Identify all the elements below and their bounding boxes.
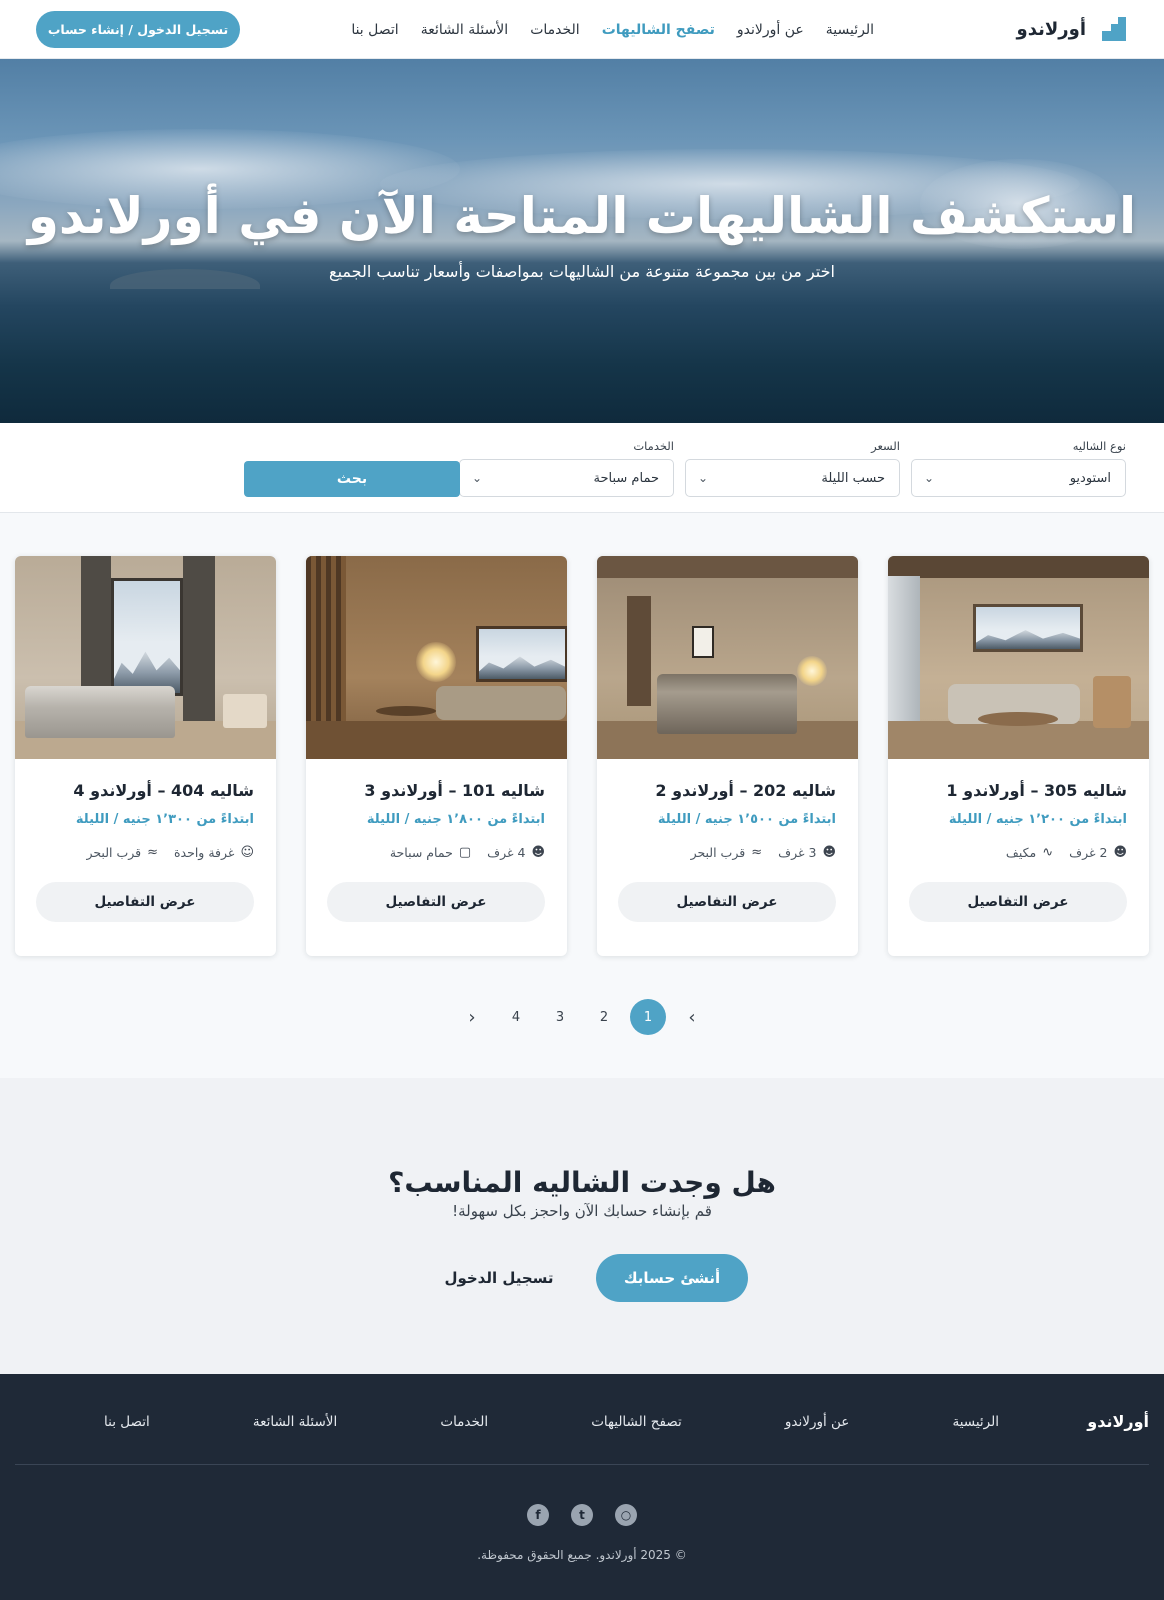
chalet-card: شاليه 404 – أورلاندو 4 ابتداءً من ١٬٣٠٠ … xyxy=(15,556,276,956)
pagination: › 1 2 3 4 ‹ xyxy=(0,998,1164,1036)
activity-icon: ∿ xyxy=(1042,845,1054,860)
create-account-button[interactable]: أنشئ حسابك xyxy=(596,1254,748,1302)
chevron-left-icon[interactable]: ‹ xyxy=(454,999,490,1035)
view-details-button[interactable]: عرض التفاصيل xyxy=(327,882,545,922)
users-icon: ☻ xyxy=(1113,845,1127,860)
feature-sea: ≈ قرب البحر xyxy=(86,845,158,860)
chalet-price: ابتداءً من ١٬٥٠٠ جنيه / الليلة xyxy=(657,812,836,827)
login-button[interactable]: تسجيل الدخول xyxy=(418,1254,580,1302)
footer-links: الرئيسية عن أورلاندو تصفح الشاليهات الخد… xyxy=(104,1414,999,1430)
chalet-image xyxy=(15,556,276,759)
footer-link-contact[interactable]: اتصل بنا xyxy=(104,1414,150,1430)
chalet-type-value: استوديو xyxy=(1069,470,1111,486)
footer-divider xyxy=(15,1464,1149,1465)
services-label: الخدمات xyxy=(633,439,674,453)
hero-title: استكشف الشاليهات المتاحة الآن في أورلاند… xyxy=(27,187,1137,245)
footer-link-faq[interactable]: الأسئلة الشائعة xyxy=(253,1414,337,1430)
chalet-price: ابتداءً من ١٬٣٠٠ جنيه / الليلة xyxy=(75,812,254,827)
users-icon: ☻ xyxy=(531,845,545,860)
chalet-title: شاليه 101 – أورلاندو 3 xyxy=(364,781,545,800)
chalet-price: ابتداءً من ١٬٨٠٠ جنيه / الليلة xyxy=(366,812,545,827)
page-3[interactable]: 3 xyxy=(542,999,578,1035)
chevron-down-icon: ⌄ xyxy=(472,471,483,485)
feature-rooms: ☻ 4 غرف xyxy=(487,845,545,860)
price-label: السعر xyxy=(871,439,900,453)
footer-brand[interactable]: أورلاندو xyxy=(1087,1412,1149,1431)
chalet-card: شاليه 305 – أورلاندو 1 ابتداءً من ١٬٢٠٠ … xyxy=(888,556,1149,956)
lock-icon: ▢ xyxy=(458,845,472,860)
footer-link-about[interactable]: عن أورلاندو xyxy=(785,1414,849,1430)
copyright: © 2025 أورلاندو. جميع الحقوق محفوظة. xyxy=(477,1548,687,1562)
chalet-cards: شاليه 305 – أورلاندو 1 ابتداءً من ١٬٢٠٠ … xyxy=(15,556,1149,956)
hero-subtitle: اختر من بين مجموعة متنوعة من الشاليهات ب… xyxy=(329,262,835,281)
feature-sea: ≈ قرب البحر xyxy=(690,845,763,860)
feature-rooms: ☻ 3 غرف xyxy=(778,845,836,860)
nav-contact[interactable]: اتصل بنا xyxy=(351,22,398,38)
chalet-image xyxy=(597,556,858,759)
page-2[interactable]: 2 xyxy=(586,999,622,1035)
cta-title: هل وجدت الشاليه المناسب؟ xyxy=(388,1166,776,1199)
chalet-title: شاليه 404 – أورلاندو 4 xyxy=(73,781,254,800)
chalet-title: شاليه 202 – أورلاندو 2 xyxy=(655,781,836,800)
feature-rooms: ☺ غرفة واحدة xyxy=(174,845,254,860)
feature-pool: ▢ حمام سباحة xyxy=(389,845,472,860)
chevron-down-icon: ⌄ xyxy=(698,471,709,485)
facebook-icon[interactable]: f xyxy=(527,1504,549,1526)
login-signup-button[interactable]: تسجيل الدخول / إنشاء حساب xyxy=(36,10,240,48)
twitter-icon[interactable]: t xyxy=(571,1504,593,1526)
view-details-button[interactable]: عرض التفاصيل xyxy=(36,882,254,922)
social-links: f t ○ xyxy=(0,1504,1164,1526)
view-details-button[interactable]: عرض التفاصيل xyxy=(909,882,1127,922)
site-header: أورلاندو الرئيسية عن أورلاندو تصفح الشال… xyxy=(0,0,1164,59)
feature-ac: ∿ مكيف xyxy=(1005,845,1054,860)
site-footer: أورلاندو الرئيسية عن أورلاندو تصفح الشال… xyxy=(0,1374,1164,1600)
page-1[interactable]: 1 xyxy=(630,999,666,1035)
chalet-card: شاليه 101 – أورلاندو 3 ابتداءً من ١٬٨٠٠ … xyxy=(306,556,567,956)
feature-rooms: ☻ 2 غرف xyxy=(1069,845,1127,860)
page-4[interactable]: 4 xyxy=(498,999,534,1035)
search-button[interactable]: بحث xyxy=(244,461,460,497)
chalet-image xyxy=(888,556,1149,759)
chalet-type-label: نوع الشاليه xyxy=(1072,439,1126,453)
nav-faq[interactable]: الأسئلة الشائعة xyxy=(421,22,509,38)
nav-services[interactable]: الخدمات xyxy=(530,22,580,38)
brand[interactable]: أورلاندو xyxy=(1017,17,1126,41)
waves-icon: ≈ xyxy=(147,845,158,860)
chalet-type-select[interactable]: استوديو ⌄ xyxy=(911,459,1126,497)
services-field: الخدمات حمام سباحة ⌄ xyxy=(459,439,674,497)
user-icon: ☺ xyxy=(240,845,254,860)
users-icon: ☻ xyxy=(822,845,836,860)
nav-browse-chalets[interactable]: تصفح الشاليهات xyxy=(602,22,715,38)
cta-subtitle: قم بإنشاء حسابك الآن واحجز بكل سهولة! xyxy=(452,1202,712,1220)
chevron-right-icon[interactable]: › xyxy=(674,999,710,1035)
brand-name: أورلاندو xyxy=(1016,18,1086,40)
chalet-title: شاليه 305 – أورلاندو 1 xyxy=(946,781,1127,800)
price-select[interactable]: حسب الليلة ⌄ xyxy=(685,459,900,497)
price-field: السعر حسب الليلة ⌄ xyxy=(685,439,900,497)
footer-link-services[interactable]: الخدمات xyxy=(440,1414,488,1430)
chalet-type-field: نوع الشاليه استوديو ⌄ xyxy=(911,439,1126,497)
view-details-button[interactable]: عرض التفاصيل xyxy=(618,882,836,922)
price-value: حسب الليلة xyxy=(821,470,885,486)
chalet-card: شاليه 202 – أورلاندو 2 ابتداءً من ١٬٥٠٠ … xyxy=(597,556,858,956)
nav-about[interactable]: عن أورلاندو xyxy=(737,22,804,38)
cta-section: هل وجدت الشاليه المناسب؟ قم بإنشاء حسابك… xyxy=(0,1078,1164,1374)
chevron-down-icon: ⌄ xyxy=(924,471,935,485)
services-value: حمام سباحة xyxy=(593,470,659,486)
footer-link-home[interactable]: الرئيسية xyxy=(953,1414,1000,1430)
instagram-icon[interactable]: ○ xyxy=(615,1504,637,1526)
services-select[interactable]: حمام سباحة ⌄ xyxy=(459,459,674,497)
chalet-image xyxy=(306,556,567,759)
search-bar: نوع الشاليه استوديو ⌄ السعر حسب الليلة ⌄… xyxy=(0,423,1164,513)
hero-banner: استكشف الشاليهات المتاحة الآن في أورلاند… xyxy=(0,59,1164,423)
main-nav: الرئيسية عن أورلاندو تصفح الشاليهات الخد… xyxy=(351,0,874,59)
logo-icon xyxy=(1102,17,1126,41)
nav-home[interactable]: الرئيسية xyxy=(826,22,874,38)
waves-icon: ≈ xyxy=(751,845,763,860)
chalet-price: ابتداءً من ١٬٢٠٠ جنيه / الليلة xyxy=(948,812,1127,827)
footer-link-browse[interactable]: تصفح الشاليهات xyxy=(591,1414,682,1430)
